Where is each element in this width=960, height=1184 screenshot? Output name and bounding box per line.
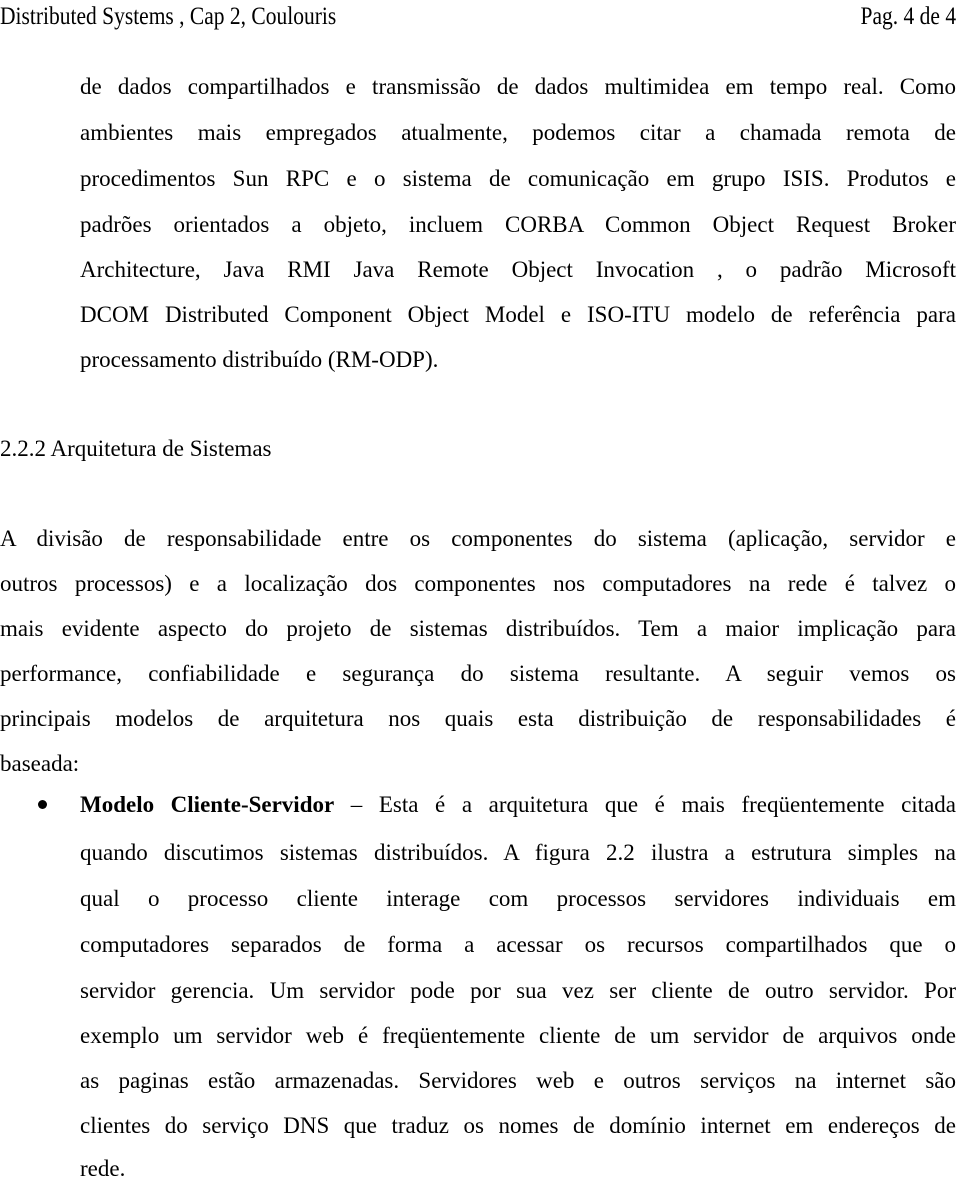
text-line: principais modelos de arquitetura nos qu… bbox=[0, 706, 956, 731]
text-line: ambientes mais empregados atualmente, po… bbox=[80, 120, 956, 145]
page-number: Pag. 4 de 4 bbox=[860, 3, 956, 30]
bullet-icon bbox=[38, 800, 47, 809]
page-header: Distributed Systems , Cap 2, Coulouris P… bbox=[0, 0, 960, 34]
text-line: as paginas estão armazenadas. Servidores… bbox=[80, 1068, 956, 1093]
text-line: mais evidente aspecto do projeto de sist… bbox=[0, 616, 956, 641]
text-line: outros processos) e a localização dos co… bbox=[0, 571, 956, 596]
text-line: padrões orientados a objeto, incluem COR… bbox=[80, 212, 956, 237]
text-line: processamento distribuído (RM-ODP). bbox=[80, 347, 439, 372]
text-line: performance, confiabilidade e segurança … bbox=[0, 661, 956, 686]
text-line: Architecture, Java RMI Java Remote Objec… bbox=[80, 257, 956, 282]
text-line: baseada: bbox=[0, 751, 80, 776]
bullet-first-line: – Esta é a arquitetura que é mais freqüe… bbox=[334, 792, 956, 817]
text-line: procedimentos Sun RPC e o sistema de com… bbox=[80, 166, 956, 191]
section-heading: 2.2.2 Arquitetura de Sistemas bbox=[0, 436, 272, 461]
text-line: qual o processo cliente interage com pro… bbox=[80, 886, 956, 911]
text-line: quando discutimos sistemas distribuídos.… bbox=[80, 840, 956, 865]
text-line: Modelo Cliente-Servidor – Esta é a arqui… bbox=[80, 790, 956, 820]
text-line: clientes do serviço DNS que traduz os no… bbox=[80, 1113, 956, 1138]
text-line: exemplo um servidor web é freqüentemente… bbox=[80, 1023, 956, 1048]
text-line: A divisão de responsabilidade entre os c… bbox=[0, 526, 956, 551]
document-title: Distributed Systems , Cap 2, Coulouris bbox=[0, 3, 337, 30]
text-line: computadores separados de forma a acessa… bbox=[80, 932, 956, 957]
text-line: rede. bbox=[80, 1156, 126, 1181]
text-line: de dados compartilhados e transmissão de… bbox=[80, 74, 956, 99]
text-line: DCOM Distributed Component Object Model … bbox=[80, 302, 956, 327]
text-line: servidor gerencia. Um servidor pode por … bbox=[80, 978, 956, 1003]
bullet-term: Modelo Cliente-Servidor bbox=[80, 792, 335, 817]
